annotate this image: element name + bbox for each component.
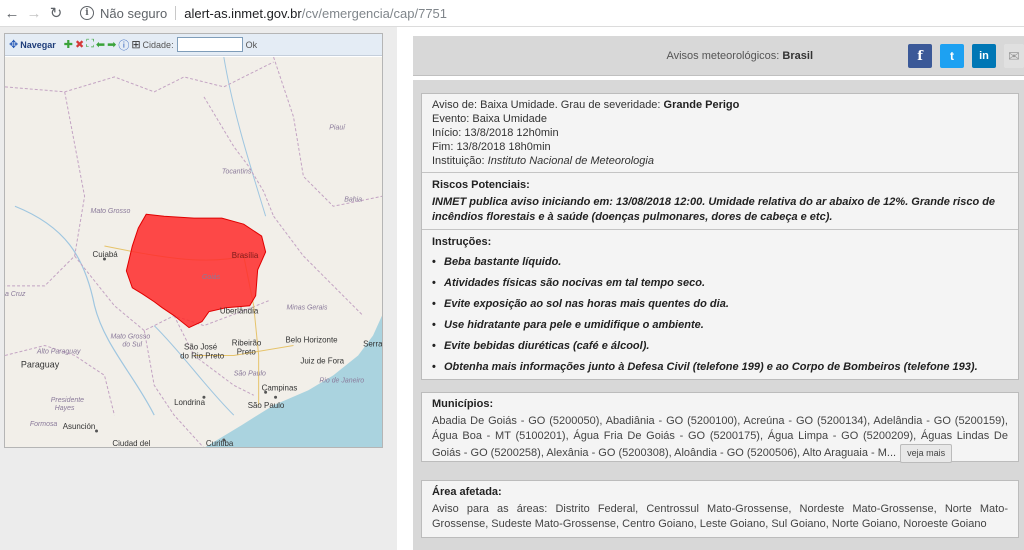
zoom-out-icon[interactable]: ✖: [75, 38, 84, 51]
label-ms-line1: Mato Grosso: [110, 334, 150, 341]
institution-value: Instituto Nacional de Meteorologia: [487, 155, 654, 167]
municipalities-box: Municípios: Abadia De Goiás - GO (520005…: [421, 392, 1019, 463]
instruction-item: Beba bastante líquido.: [432, 255, 1008, 269]
label-paraguay: Paraguay: [21, 359, 60, 369]
label-belo-horizonte: Belo Horizonte: [286, 336, 339, 345]
label-ms-line2: do Sul: [122, 342, 142, 349]
grid-icon[interactable]: ⊞: [131, 38, 140, 51]
label-alto-paraguay: Alto Paraguay: [36, 348, 81, 355]
zoom-in-icon[interactable]: ✚: [64, 38, 73, 51]
header-prefix: Avisos meteorológicos:: [666, 50, 780, 62]
label-tocantins: Tocantins: [222, 168, 252, 175]
divider: [422, 229, 1018, 230]
url-separator: [175, 6, 177, 20]
start-line: Início: 13/8/2018 12h0min: [432, 127, 559, 139]
url-path[interactable]: /cv/emergencia/cap/7751: [302, 6, 447, 21]
facebook-share-button[interactable]: f: [908, 44, 932, 68]
instructions-list: Beba bastante líquido. Atividades física…: [432, 255, 1008, 374]
label-bahia: Bahia: [344, 196, 362, 203]
header-title: Avisos meteorológicos: Brasil: [413, 36, 813, 76]
full-extent-icon[interactable]: ⛶: [86, 38, 94, 51]
twitter-share-button[interactable]: t: [940, 44, 964, 68]
label-londrina: Londrina: [174, 398, 205, 407]
move-icon: ✥: [9, 39, 19, 51]
instruction-item: Evite exposição ao sol nas horas mais qu…: [432, 297, 1008, 311]
divider: [422, 172, 1018, 173]
city-search-input[interactable]: [176, 37, 243, 52]
header-bar: Avisos meteorológicos: Brasil f t in ✉: [413, 36, 1024, 76]
content-area: Aviso de: Baixa Umidade. Grau de severid…: [413, 80, 1024, 550]
label-sao-paulo-state: São Paulo: [234, 370, 266, 377]
map-canvas[interactable]: Piauí Tocantins Bahia Mato Grosso Goiás …: [5, 56, 382, 448]
forward-arrow-icon[interactable]: →: [24, 3, 44, 23]
label-asuncion: Asunción: [63, 422, 96, 431]
municipalities-text: Abadia De Goiás - GO (5200050), Abadiâni…: [432, 414, 1008, 463]
label-ciudad-del: Ciudad del: [112, 439, 150, 448]
label-juiz-de-fora: Juiz de Fora: [300, 356, 344, 365]
map-panel: ✥ Navegar ✚ ✖ ⛶ ⬅ ➡ ⓘ ⊞ Cidade: Ok Piauí…: [0, 27, 397, 550]
map-container: ✥ Navegar ✚ ✖ ⛶ ⬅ ➡ ⓘ ⊞ Cidade: Ok Piauí…: [4, 33, 383, 448]
label-campinas: Campinas: [262, 383, 298, 392]
affected-area-title: Área afetada:: [432, 486, 502, 498]
institution-line: Instituição: Instituto Nacional de Meteo…: [432, 154, 1008, 168]
label-goias: Goiás: [202, 274, 221, 281]
previous-view-icon[interactable]: ⬅: [96, 38, 105, 51]
label-presidente-line2: Hayes: [55, 405, 75, 412]
label-formosa: Formosa: [30, 421, 58, 428]
label-cuiaba: Cuiabá: [93, 250, 119, 259]
navigate-label: Navegar: [20, 39, 56, 50]
risks-text: INMET publica aviso iniciando em: 13/08/…: [432, 196, 996, 223]
instruction-item: Atividades físicas são nocivas em tal te…: [432, 276, 1008, 290]
security-status[interactable]: Não seguro: [100, 6, 167, 21]
event-line: Evento: Baixa Umidade: [432, 113, 547, 125]
header-region: Brasil: [782, 50, 813, 62]
instruction-item: Evite bebidas diuréticas (café e álcool)…: [432, 339, 1008, 353]
institution-prefix: Instituição:: [432, 155, 485, 167]
navigate-tool[interactable]: ✥ Navegar: [9, 38, 56, 51]
instruction-item: Use hidratante para pele e umidifique o …: [432, 318, 1008, 332]
aviso-prefix: Aviso de: Baixa Umidade. Grau de severid…: [432, 99, 661, 111]
label-presidente-line1: Presidente: [51, 397, 84, 404]
label-minas-gerais: Minas Gerais: [287, 305, 328, 312]
label-rio-de-janeiro: Rio de Janeiro: [319, 377, 364, 384]
reload-icon[interactable]: ↻: [46, 3, 66, 23]
label-curitiba: Curitiba: [206, 439, 234, 448]
end-line: Fim: 13/8/2018 18h0min: [432, 141, 551, 153]
alert-panel: Avisos meteorológicos: Brasil f t in ✉ A…: [397, 27, 1024, 550]
municipalities-title: Municípios:: [432, 398, 494, 410]
label-sjrp-line2: do Rio Preto: [180, 351, 225, 360]
label-ribeirao-line1: Ribeirão: [232, 339, 262, 348]
url-host[interactable]: alert-as.inmet.gov.br: [184, 6, 302, 21]
label-ribeirao-line2: Preto: [237, 347, 257, 356]
label-uberlandia: Uberlândia: [220, 307, 259, 316]
map-toolbar: ✥ Navegar ✚ ✖ ⛶ ⬅ ➡ ⓘ ⊞ Cidade: Ok: [5, 34, 382, 56]
instructions-title: Instruções:: [432, 236, 492, 248]
next-view-icon[interactable]: ➡: [107, 38, 116, 51]
linkedin-share-button[interactable]: in: [972, 44, 996, 68]
see-more-button[interactable]: veja mais: [900, 444, 953, 463]
label-serra: Serra: [363, 340, 382, 349]
label-cruz: a Cruz: [5, 291, 26, 298]
label-brasilia: Brasília: [232, 251, 259, 260]
severity-value: Grande Perigo: [663, 99, 740, 111]
label-sjrp-line1: São José: [184, 342, 218, 351]
affected-area-text: Aviso para as áreas: Distrito Federal, C…: [432, 503, 1008, 530]
browser-toolbar: ← → ↻ i Não seguro alert-as.inmet.gov.br…: [0, 0, 1024, 27]
info-tool-icon[interactable]: ⓘ: [118, 37, 129, 53]
ok-button[interactable]: Ok: [246, 40, 258, 50]
city-label: Cidade:: [142, 39, 174, 50]
label-sao-paulo: São Paulo: [248, 401, 285, 410]
alert-details-box: Aviso de: Baixa Umidade. Grau de severid…: [421, 93, 1019, 380]
risks-title: Riscos Potenciais:: [432, 179, 530, 191]
alert-type-line: Aviso de: Baixa Umidade. Grau de severid…: [432, 98, 1008, 112]
affected-area-box: Área afetada: Aviso para as áreas: Distr…: [421, 480, 1019, 538]
instruction-item: Obtenha mais informações junto à Defesa …: [432, 360, 1008, 374]
label-piaui: Piauí: [329, 125, 346, 132]
email-share-button[interactable]: ✉: [1004, 44, 1024, 68]
back-arrow-icon[interactable]: ←: [2, 3, 22, 23]
info-icon[interactable]: i: [80, 6, 94, 20]
label-mato-grosso: Mato Grosso: [91, 208, 131, 215]
